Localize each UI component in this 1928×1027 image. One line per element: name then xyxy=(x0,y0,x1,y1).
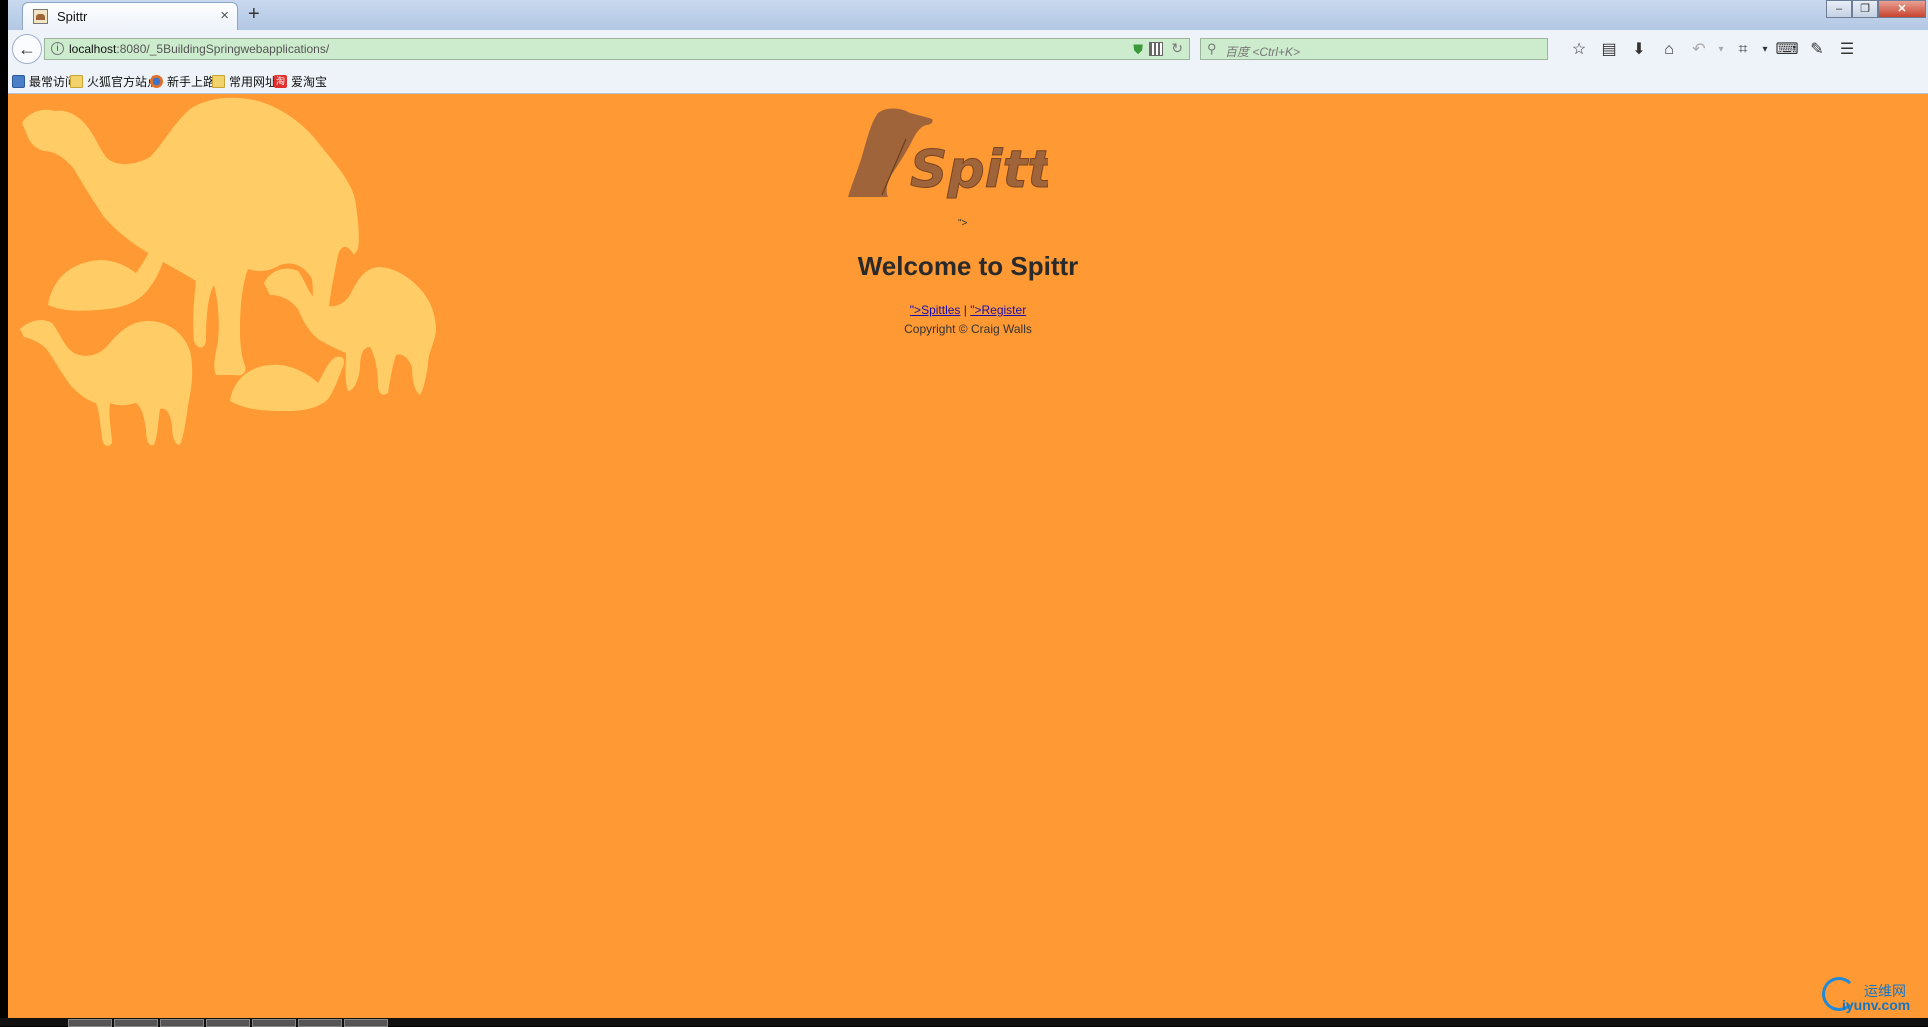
reading-list-icon[interactable]: ▤ xyxy=(1594,40,1624,60)
bookmark-label: 新手上路 xyxy=(167,75,216,89)
bookmark-label: 爱淘宝 xyxy=(291,75,328,89)
register-link[interactable]: ">Register xyxy=(970,303,1026,317)
bookmark-getting-started[interactable]: 新手上路 xyxy=(150,73,215,90)
copyright-text: Copyright © Craig Walls xyxy=(904,322,1032,336)
folder-icon xyxy=(212,75,225,88)
screenshot-icon[interactable]: ⌗ xyxy=(1728,40,1758,60)
chat-icon[interactable]: ✎ xyxy=(1802,40,1832,60)
folder-icon xyxy=(70,75,83,88)
firefox-icon xyxy=(150,75,163,88)
home-icon[interactable]: ⌂ xyxy=(1654,40,1684,60)
search-placeholder: 百度 <Ctrl+K> xyxy=(1225,45,1301,59)
keyboard-icon[interactable]: ⌨ xyxy=(1772,40,1802,60)
url-bar[interactable]: i localhost:8080/_5BuildingSpringwebappl… xyxy=(44,38,1190,60)
undo-dropdown-icon[interactable]: ▾ xyxy=(1714,40,1728,60)
window-controls: – ❐ ✕ xyxy=(1826,0,1926,18)
restore-button[interactable]: ❐ xyxy=(1852,0,1878,18)
back-arrow-icon[interactable]: ← xyxy=(12,34,42,64)
new-tab-button[interactable]: + xyxy=(248,3,260,26)
taobao-icon: 淘 xyxy=(274,75,287,88)
logo-text: Spittr xyxy=(910,140,1048,200)
toolbar-icons: ☆ ▤ ⬇ ⌂ ↶ ▾ ⌗ ▾ ⌨ ✎ ☰ xyxy=(1564,40,1862,60)
tab-close-icon[interactable]: × xyxy=(220,7,229,24)
url-path: :8080/_5BuildingSpringwebapplications/ xyxy=(116,42,330,56)
tab-title: Spittr xyxy=(57,9,88,24)
close-window-button[interactable]: ✕ xyxy=(1878,0,1926,18)
url-host: localhost xyxy=(69,42,117,56)
spittles-link[interactable]: ">Spittles xyxy=(910,303,961,317)
bookmark-firefox-official[interactable]: 火狐官方站点 xyxy=(70,73,159,90)
screenshot-dropdown-icon[interactable]: ▾ xyxy=(1758,40,1772,60)
menu-icon[interactable]: ☰ xyxy=(1832,40,1862,60)
qr-code-icon[interactable] xyxy=(1149,42,1163,56)
url-text[interactable]: localhost:8080/_5BuildingSpringwebapplic… xyxy=(69,42,329,56)
taskbar xyxy=(0,1018,1928,1027)
info-icon[interactable]: i xyxy=(51,42,64,55)
reload-icon[interactable]: ↻ xyxy=(1171,40,1183,57)
bookmark-taobao[interactable]: 淘爱淘宝 xyxy=(274,73,327,90)
link-separator: | xyxy=(963,303,967,317)
title-bar: Spittr × + – ❐ ✕ xyxy=(8,0,1928,30)
bookmark-most-visited[interactable]: 最常访问 xyxy=(12,73,77,90)
watermark-logo: 运维网 iyunv.com xyxy=(1822,977,1928,1017)
download-icon[interactable]: ⬇ xyxy=(1624,40,1654,60)
bookmarks-bar: 最常访问 火狐官方站点 新手上路 常用网址 淘爱淘宝 xyxy=(8,68,1928,94)
logo-alt-text: "> xyxy=(958,218,968,229)
undo-icon[interactable]: ↶ xyxy=(1684,40,1714,60)
browser-window: Spittr × + – ❐ ✕ ← i localhost:8080/_5Bu… xyxy=(8,0,1928,1018)
spittr-logo: Spittr xyxy=(848,108,1048,201)
page-content: Spittr "> Welcome to Spittr ">Spittles |… xyxy=(8,95,1928,1018)
nav-links: ">Spittles | ">Register xyxy=(8,303,1928,317)
star-icon[interactable]: ☆ xyxy=(1564,40,1594,60)
spittr-favicon-icon xyxy=(33,9,48,24)
browser-tab[interactable]: Spittr × xyxy=(22,2,238,30)
navigation-bar: ← i localhost:8080/_5BuildingSpringwebap… xyxy=(8,30,1928,68)
shield-icon[interactable]: ⛊ xyxy=(1133,42,1143,58)
watermark-line2: iyunv.com xyxy=(1842,997,1911,1013)
minimize-button[interactable]: – xyxy=(1826,0,1852,18)
bookmark-label: 火狐官方站点 xyxy=(87,75,160,89)
most-visited-icon xyxy=(12,75,25,88)
page-title: Welcome to Spittr xyxy=(857,251,1079,281)
search-icon: ⚲ xyxy=(1207,41,1217,56)
search-input[interactable]: ⚲ 百度 <Ctrl+K> xyxy=(1200,38,1548,60)
bookmark-label: 常用网址 xyxy=(229,75,278,89)
bookmark-common-sites[interactable]: 常用网址 xyxy=(212,73,277,90)
